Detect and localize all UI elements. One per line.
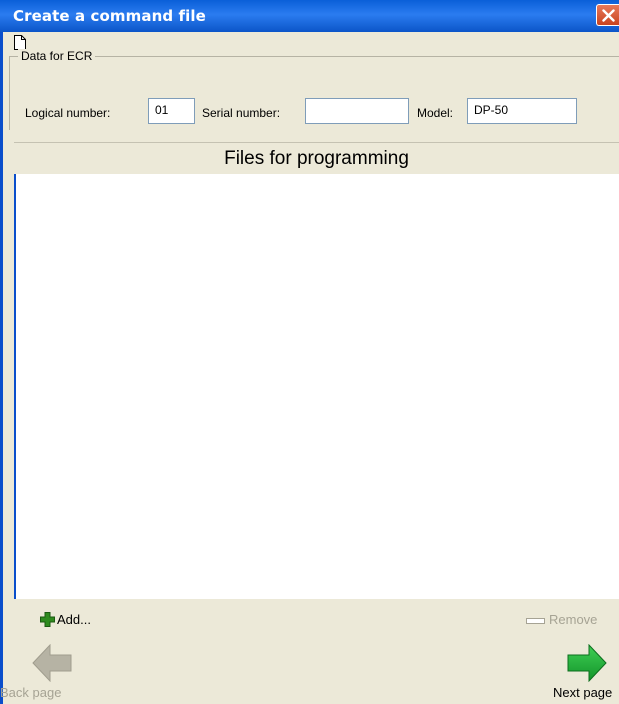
remove-button[interactable]: Remove <box>526 610 616 632</box>
remove-button-label: Remove <box>549 612 598 627</box>
files-header: Files for programming <box>14 142 619 174</box>
files-list[interactable] <box>14 174 619 599</box>
logical-number-field[interactable]: 01 <box>148 98 195 124</box>
create-command-file-window: Create a command file Data for ECR Logic… <box>0 0 619 704</box>
model-field[interactable]: DP-50 <box>467 98 577 124</box>
next-page-button[interactable]: Next page <box>548 640 619 704</box>
serial-number-field[interactable] <box>305 98 409 124</box>
minus-icon <box>526 618 545 624</box>
back-page-button[interactable]: Back page <box>0 640 90 704</box>
new-document-icon[interactable] <box>14 35 26 50</box>
next-arrow-icon <box>567 644 607 682</box>
back-page-label: Back page <box>0 685 62 700</box>
plus-icon <box>40 612 55 627</box>
window-frame-left <box>0 32 3 704</box>
back-arrow-icon <box>32 644 72 682</box>
close-icon <box>602 9 615 22</box>
model-label: Model: <box>417 106 454 120</box>
ecr-data-legend: Data for ECR <box>18 49 96 63</box>
close-button[interactable] <box>596 4 619 26</box>
title-bar[interactable]: Create a command file <box>0 0 619 32</box>
logical-number-label: Logical number: <box>25 106 111 120</box>
serial-number-label: Serial number: <box>202 106 281 120</box>
add-button-label: Add... <box>57 612 91 627</box>
window-title: Create a command file <box>13 7 206 25</box>
next-page-label: Next page <box>553 685 613 700</box>
